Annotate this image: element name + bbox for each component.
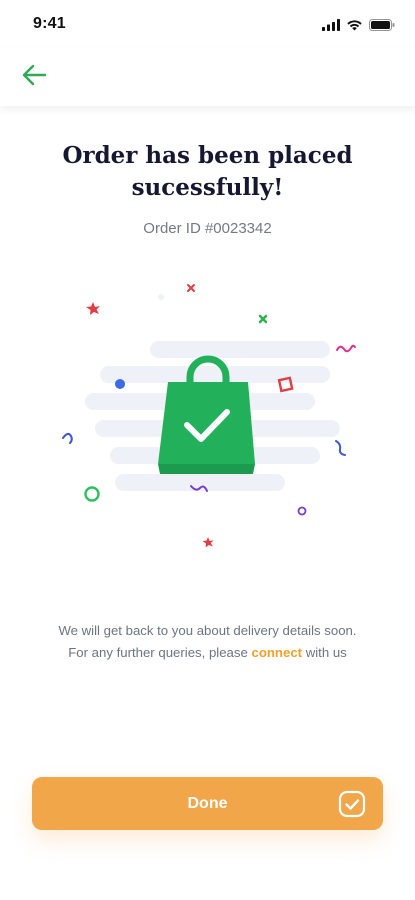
title-line-1: Order has been placed: [62, 142, 353, 169]
page-title: Order has been placed sucessfully!: [0, 140, 415, 204]
signal-icon: [322, 16, 340, 35]
info-line-1: We will get back to you about delivery d…: [58, 623, 357, 638]
info-line-2-prefix: For any further queries, please: [68, 645, 252, 660]
connect-link[interactable]: connect: [251, 645, 302, 660]
done-button-label: Done: [187, 795, 228, 812]
battery-icon: [369, 16, 395, 35]
info-line-2-suffix: with us: [302, 645, 347, 660]
status-time: 9:41: [33, 15, 66, 32]
order-id: Order ID #0023342: [143, 220, 272, 237]
success-illustration: [55, 278, 365, 558]
wifi-icon: [346, 16, 363, 35]
arrow-left-icon: [21, 63, 47, 91]
checkbox-check-icon: [338, 790, 366, 818]
info-line-2: For any further queries, please connect …: [0, 642, 415, 664]
status-icons: [322, 16, 395, 35]
done-button[interactable]: Done: [32, 777, 383, 830]
back-button[interactable]: [16, 60, 52, 94]
header: [0, 48, 415, 106]
title-line-2: sucessfully!: [131, 174, 284, 201]
status-bar: 9:41: [0, 0, 415, 48]
delivery-info-text: We will get back to you about delivery d…: [0, 620, 415, 664]
